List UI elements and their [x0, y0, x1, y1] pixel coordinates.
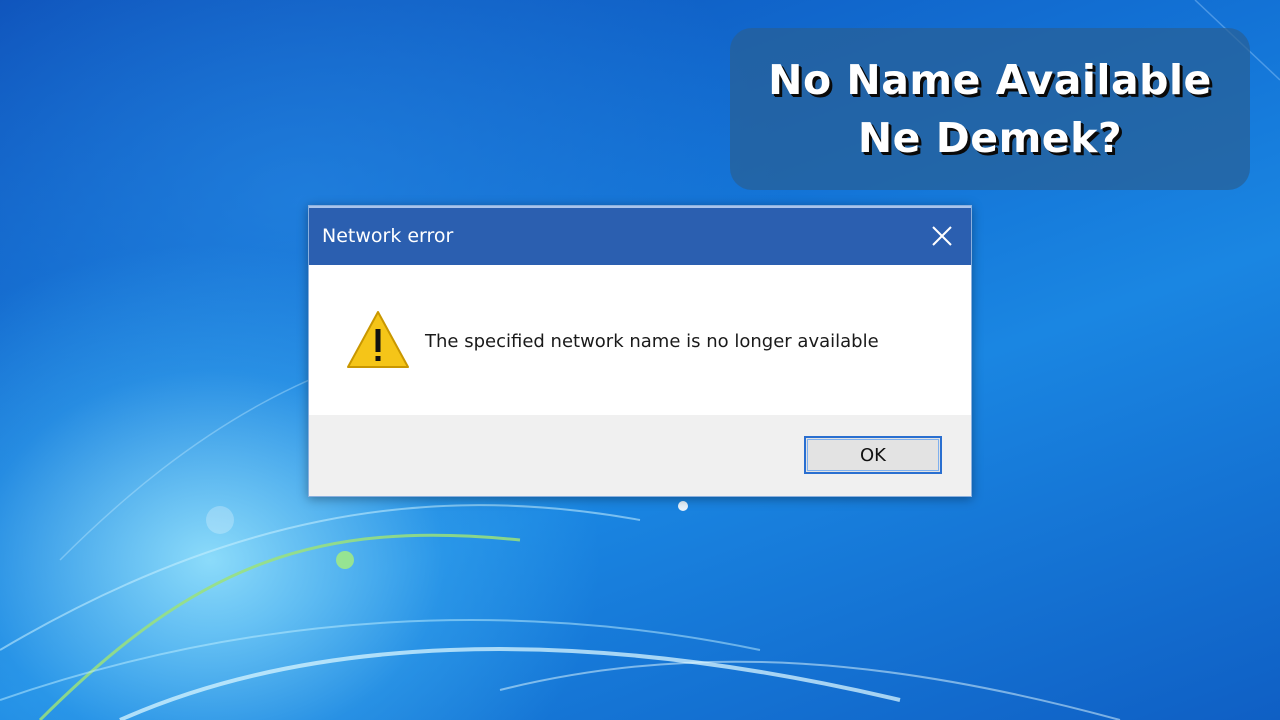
- ok-button[interactable]: OK: [804, 436, 942, 474]
- dialog-titlebar[interactable]: Network error: [309, 206, 971, 265]
- network-error-dialog: Network error The specified network name…: [308, 205, 972, 497]
- headline-line-1: No Name Available: [768, 56, 1212, 104]
- headline-banner: No Name Available Ne Demek?: [730, 28, 1250, 190]
- close-button[interactable]: [923, 218, 961, 254]
- dialog-footer: OK: [309, 415, 971, 494]
- headline-line-2: Ne Demek?: [857, 114, 1123, 162]
- close-icon: [932, 226, 952, 246]
- dialog-content: The specified network name is no longer …: [309, 265, 971, 415]
- warning-triangle-icon: [347, 311, 409, 368]
- dialog-title: Network error: [322, 225, 454, 247]
- error-message: The specified network name is no longer …: [425, 331, 879, 352]
